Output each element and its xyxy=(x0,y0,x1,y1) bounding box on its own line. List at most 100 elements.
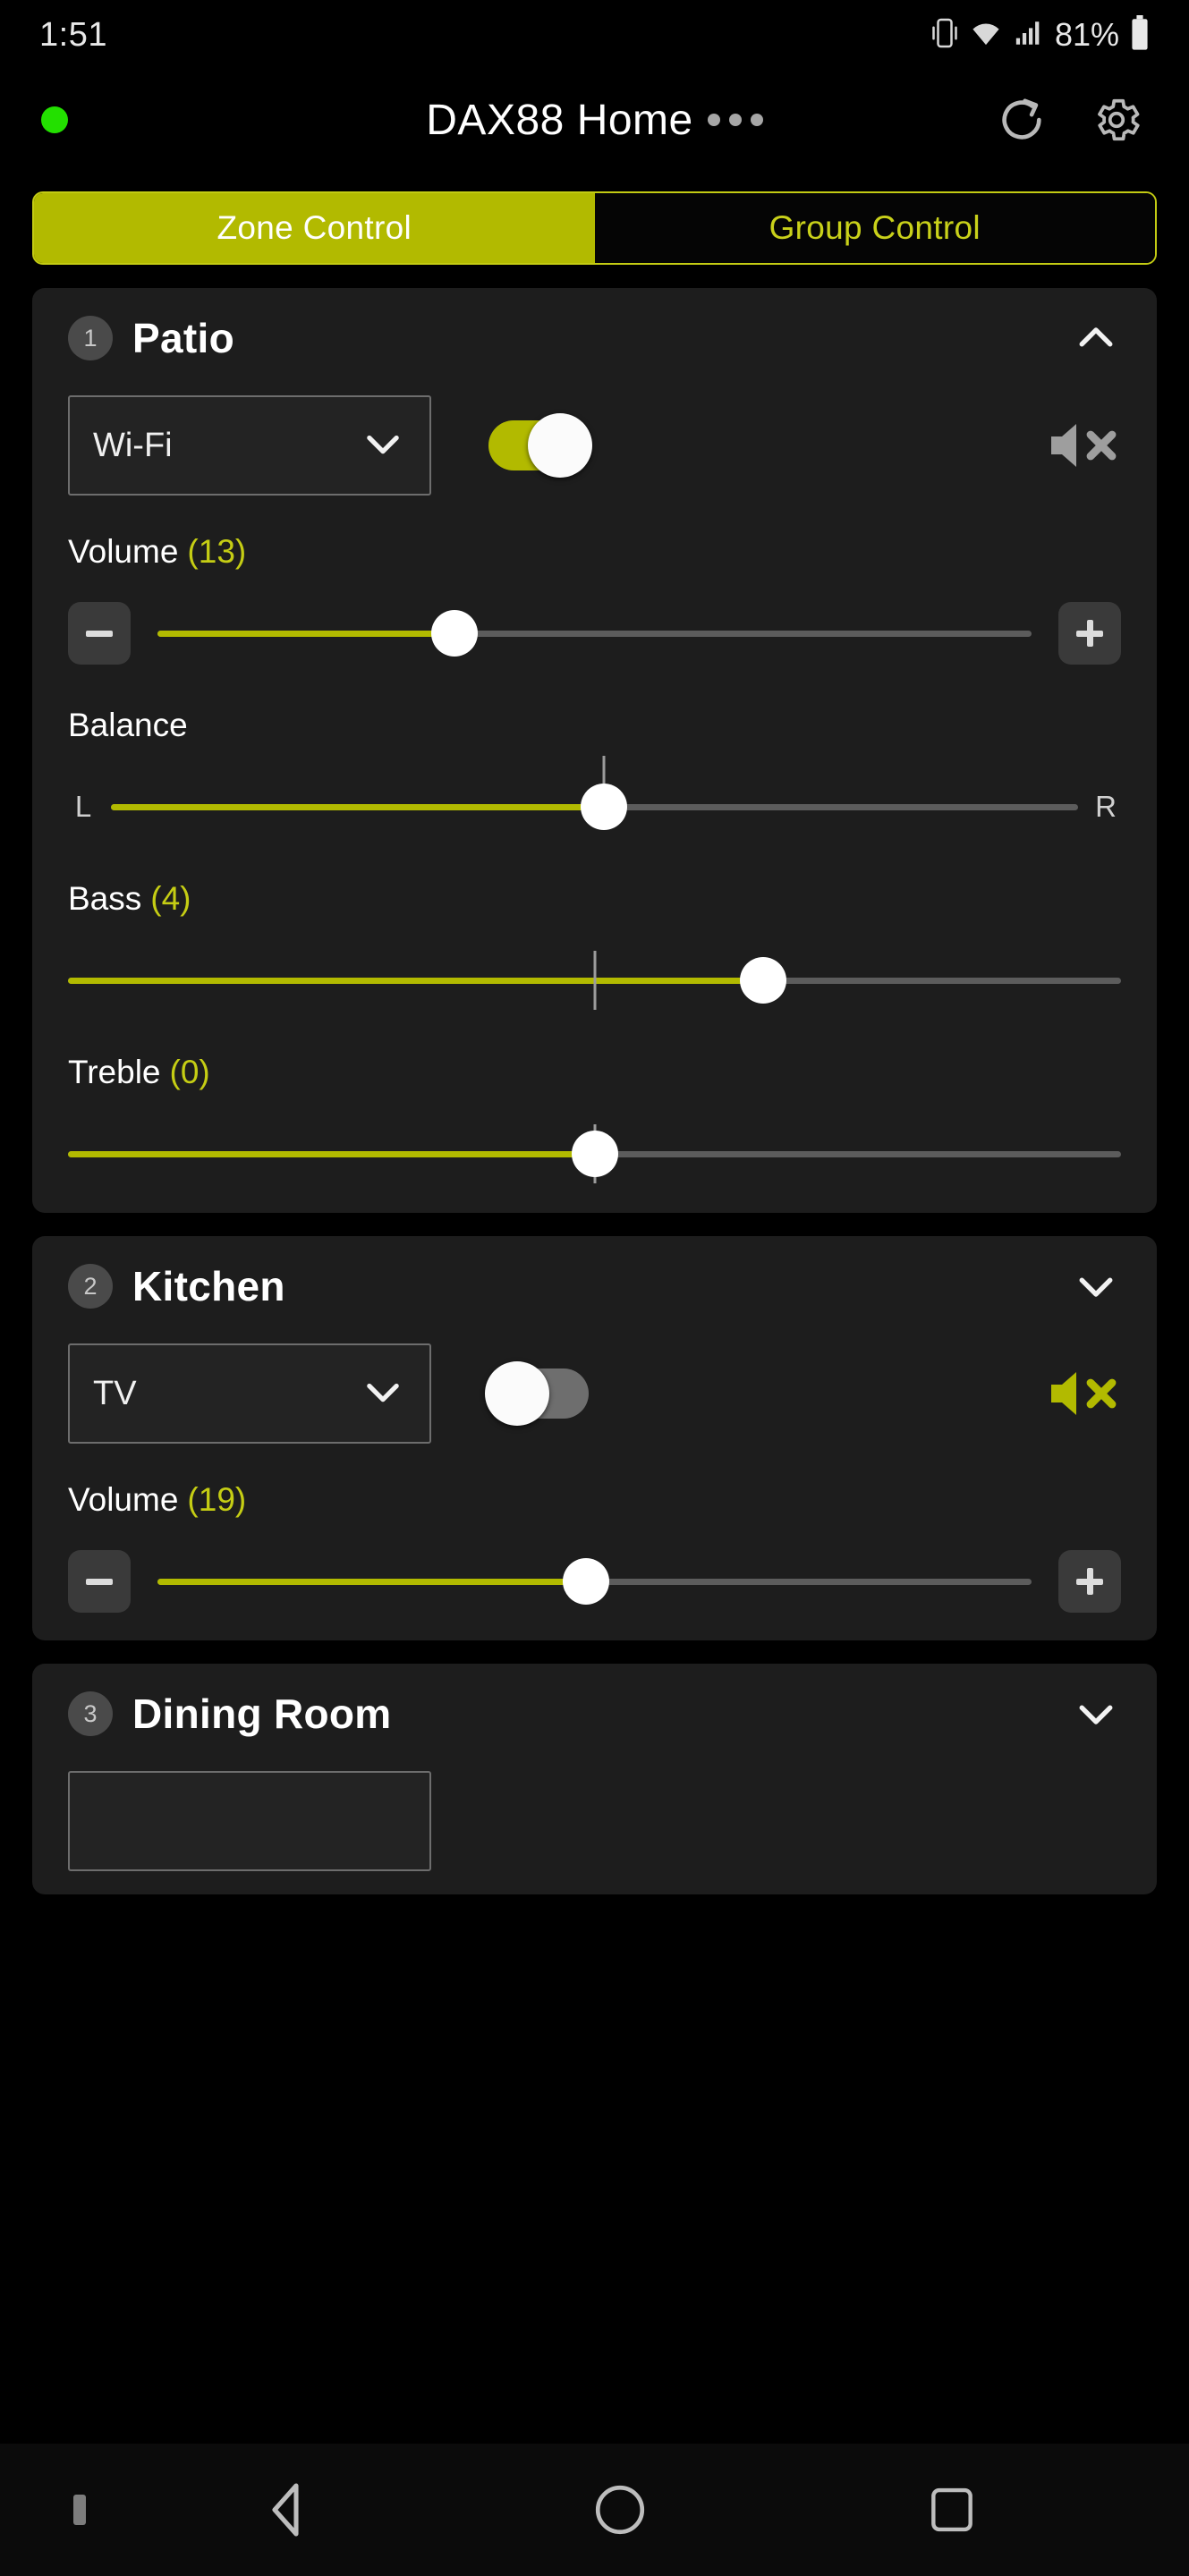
treble-slider-row-patio xyxy=(32,1118,1157,1190)
header-actions xyxy=(994,92,1157,148)
phone-screen: 1:51 81% DAX88 Home Zone Control Group C… xyxy=(0,0,1189,2576)
slider-fill xyxy=(111,803,605,810)
volume-plus-button-kitchen[interactable] xyxy=(1058,1550,1121,1613)
tab-group-control[interactable]: Group Control xyxy=(594,193,1155,263)
balance-right-label: R xyxy=(1095,790,1117,823)
page-title: DAX88 Home xyxy=(426,96,693,144)
vibrate-icon xyxy=(931,15,958,55)
gear-icon[interactable] xyxy=(1089,92,1144,148)
volume-minus-button-patio[interactable] xyxy=(68,602,131,665)
treble-label-row-patio: Treble (0) xyxy=(32,1054,1157,1091)
status-bar: 1:51 81% xyxy=(0,0,1189,70)
back-triangle-icon[interactable] xyxy=(245,2467,331,2553)
volume-slider-kitchen[interactable] xyxy=(157,1546,1032,1617)
source-select-value-patio: Wi-Fi xyxy=(93,426,173,464)
source-row-kitchen: TV xyxy=(32,1336,1157,1444)
zone-header-kitchen[interactable]: 2 Kitchen xyxy=(32,1236,1157,1336)
tab-zone-control-label: Zone Control xyxy=(217,209,412,246)
source-select-dining-room[interactable] xyxy=(68,1771,431,1871)
volume-label-kitchen: Volume xyxy=(68,1481,179,1518)
volume-plus-button-patio[interactable] xyxy=(1058,602,1121,665)
volume-slider-row-kitchen xyxy=(32,1546,1157,1617)
nav-indicator-dot xyxy=(73,2495,86,2525)
source-select-value-kitchen: TV xyxy=(93,1374,137,1412)
cellular-signal-icon xyxy=(1014,18,1044,53)
zone-title-kitchen: Kitchen xyxy=(132,1263,285,1309)
mute-button-kitchen[interactable] xyxy=(1046,1361,1121,1426)
zone-number-badge: 1 xyxy=(68,316,113,360)
bass-label-patio: Bass xyxy=(68,880,142,917)
slider-thumb[interactable] xyxy=(571,1131,618,1177)
source-row-patio: Wi-Fi xyxy=(32,388,1157,496)
zone-number-badge: 2 xyxy=(68,1264,113,1309)
zone-header-dining-room[interactable]: 3 Dining Room xyxy=(32,1664,1157,1764)
source-row-dining-room xyxy=(32,1764,1157,1871)
volume-label-row-patio: Volume (13) xyxy=(32,533,1157,571)
mute-button-patio[interactable] xyxy=(1046,413,1121,478)
treble-value-patio: (0) xyxy=(169,1054,210,1090)
source-select-patio[interactable]: Wi-Fi xyxy=(68,395,431,496)
volume-minus-button-kitchen[interactable] xyxy=(68,1550,131,1613)
battery-percent-label: 81% xyxy=(1054,16,1119,53)
bass-slider-patio[interactable] xyxy=(68,945,1121,1016)
zone-list: 1 Patio Wi-Fi Volume (13) Balance L R Ba… xyxy=(0,288,1189,1894)
volume-slider-patio[interactable] xyxy=(157,597,1032,669)
slider-fill xyxy=(157,1578,586,1585)
bass-slider-row-patio xyxy=(32,945,1157,1016)
speaker-mute-icon xyxy=(1051,424,1117,467)
zone-card-patio: 1 Patio Wi-Fi Volume (13) Balance L R Ba… xyxy=(32,288,1157,1213)
treble-slider-patio[interactable] xyxy=(68,1118,1121,1190)
zone-header-patio[interactable]: 1 Patio xyxy=(32,288,1157,388)
volume-value-patio: (13) xyxy=(187,533,247,570)
chevron-down-icon xyxy=(360,1368,406,1419)
three-dots-icon xyxy=(707,114,763,126)
power-toggle-patio[interactable] xyxy=(488,413,592,478)
balance-label-patio: Balance xyxy=(68,707,188,743)
chevron-down-icon[interactable] xyxy=(1071,1261,1121,1311)
zone-card-dining-room: 3 Dining Room xyxy=(32,1664,1157,1894)
power-toggle-kitchen[interactable] xyxy=(485,1361,589,1426)
nav-buttons xyxy=(86,2467,1189,2553)
source-select-kitchen[interactable]: TV xyxy=(68,1343,431,1444)
zone-card-kitchen: 2 Kitchen TV Volume (19) xyxy=(32,1236,1157,1640)
balance-left-label: L xyxy=(74,790,92,823)
home-circle-icon[interactable] xyxy=(577,2467,663,2553)
battery-icon xyxy=(1130,14,1150,55)
status-bar-icons: 81% xyxy=(931,14,1150,55)
balance-slider-row-patio: L R xyxy=(32,756,1157,843)
slider-center-tick xyxy=(593,951,596,1010)
android-nav-bar xyxy=(0,2444,1189,2576)
volume-slider-row-patio xyxy=(32,597,1157,669)
tab-zone-control[interactable]: Zone Control xyxy=(34,193,595,263)
zone-title-dining-room: Dining Room xyxy=(132,1690,392,1737)
slider-fill xyxy=(157,630,455,637)
refresh-icon[interactable] xyxy=(994,92,1049,148)
zone-number-badge: 3 xyxy=(68,1691,113,1736)
wifi-icon xyxy=(969,18,1003,53)
slider-thumb[interactable] xyxy=(562,1558,609,1605)
volume-label-row-kitchen: Volume (19) xyxy=(32,1481,1157,1519)
slider-fill xyxy=(68,977,763,984)
bass-label-row-patio: Bass (4) xyxy=(32,880,1157,918)
connection-status-dot xyxy=(41,106,68,133)
chevron-up-icon[interactable] xyxy=(1071,313,1121,363)
content-fade xyxy=(0,2419,1189,2444)
slider-thumb[interactable] xyxy=(581,784,628,830)
slider-fill xyxy=(68,1150,595,1157)
recents-square-icon[interactable] xyxy=(909,2467,995,2553)
bass-value-patio: (4) xyxy=(150,880,191,917)
volume-value-kitchen: (19) xyxy=(187,1481,247,1518)
volume-label-patio: Volume xyxy=(68,533,179,570)
status-bar-clock: 1:51 xyxy=(39,15,107,54)
slider-thumb[interactable] xyxy=(431,610,479,657)
zone-title-patio: Patio xyxy=(132,315,234,361)
slider-thumb[interactable] xyxy=(739,957,786,1004)
balance-label-row-patio: Balance xyxy=(32,707,1157,744)
chevron-down-icon[interactable] xyxy=(1071,1689,1121,1739)
tab-group-control-label: Group Control xyxy=(769,209,981,246)
toggle-knob xyxy=(528,413,592,478)
app-header: DAX88 Home xyxy=(0,70,1189,170)
treble-label-patio: Treble xyxy=(68,1054,161,1090)
balance-slider-patio[interactable] xyxy=(111,756,1078,843)
mode-tabs: Zone Control Group Control xyxy=(32,191,1157,265)
